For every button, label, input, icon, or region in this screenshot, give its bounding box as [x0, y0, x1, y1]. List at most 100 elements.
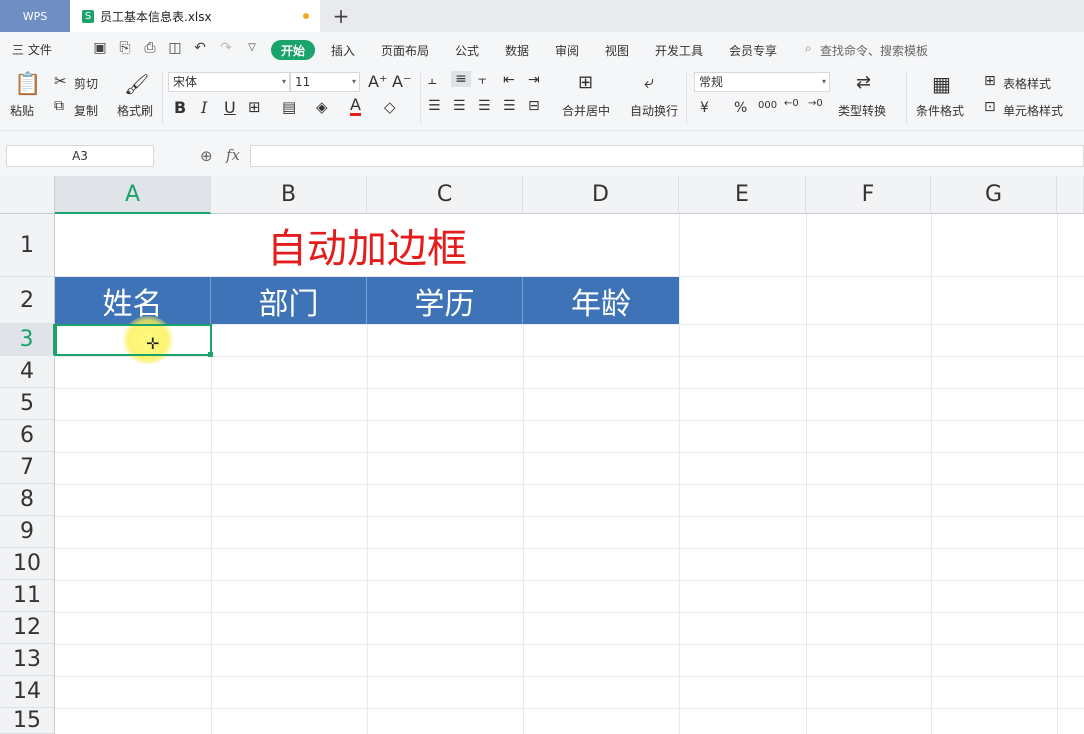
more-icon[interactable]: ▽ [244, 40, 260, 56]
distribute-icon[interactable]: ⊟ [528, 98, 540, 114]
decrease-font-icon[interactable]: A⁻ [392, 72, 411, 91]
zoom-icon[interactable]: ⊕ [200, 147, 213, 165]
copy-button[interactable]: 复制 [74, 102, 98, 119]
cut-button[interactable]: 剪切 [74, 75, 98, 92]
column-header-e[interactable]: E [679, 176, 806, 214]
align-center-icon[interactable]: ☰ [453, 98, 466, 114]
align-middle-icon[interactable]: ≡ [451, 71, 471, 87]
align-right-icon[interactable]: ☰ [478, 98, 491, 114]
currency-button[interactable]: ¥ [700, 100, 709, 116]
formula-input[interactable] [250, 145, 1084, 167]
italic-button[interactable]: I [201, 98, 207, 117]
new-tab-button[interactable]: + [330, 2, 352, 30]
column-header-d[interactable]: D [523, 176, 679, 214]
bold-button[interactable]: B [174, 98, 186, 117]
align-left-icon[interactable]: ☰ [428, 98, 441, 114]
tab-view[interactable]: 视图 [605, 42, 629, 59]
select-all-corner[interactable] [0, 176, 55, 214]
file-tab[interactable]: S 员工基本信息表.xlsx [70, 0, 320, 32]
header-cell-education[interactable]: 学历 [367, 277, 523, 324]
row-header-9[interactable]: 9 [0, 516, 55, 548]
file-menu[interactable]: 三 文件 [12, 41, 52, 58]
cursor-cross-icon: ✛ [146, 334, 160, 353]
decrease-decimal-icon[interactable]: →0 [808, 98, 823, 109]
border-icon[interactable]: ⊞ [248, 98, 261, 116]
row-header-7[interactable]: 7 [0, 452, 55, 484]
export-icon[interactable]: ⎘ [117, 40, 133, 56]
paste-icon[interactable]: 📋 [14, 72, 41, 97]
clear-format-icon[interactable]: ◇ [384, 98, 396, 116]
fill-color-icon[interactable]: ◈ [316, 98, 328, 116]
increase-decimal-icon[interactable]: ←0 [784, 98, 799, 109]
font-size-value: 11 [295, 75, 311, 89]
command-search[interactable]: 查找命令、搜索模板 [820, 42, 928, 59]
number-format-select[interactable]: 常规 ▾ [694, 72, 830, 92]
fill-pattern-icon[interactable]: ▤ [282, 98, 296, 116]
row-header-10[interactable]: 10 [0, 548, 55, 580]
wrap-text-button[interactable]: 自动换行 [630, 102, 678, 119]
row-header-6[interactable]: 6 [0, 420, 55, 452]
justify-icon[interactable]: ☰ [503, 98, 516, 114]
save-icon[interactable]: ▣ [92, 40, 108, 56]
row-header-12[interactable]: 12 [0, 612, 55, 644]
tab-data[interactable]: 数据 [505, 42, 529, 59]
thousands-icon[interactable]: 000 [758, 100, 777, 111]
font-size-select[interactable]: 11 ▾ [290, 72, 360, 92]
column-header-c[interactable]: C [367, 176, 523, 214]
row-header-4[interactable]: 4 [0, 356, 55, 388]
tab-developer[interactable]: 开发工具 [655, 42, 703, 59]
fill-handle[interactable] [208, 352, 213, 357]
title-cell[interactable]: 自动加边框 [55, 214, 679, 276]
row-header-15[interactable]: 15 [0, 708, 55, 734]
row-header-13[interactable]: 13 [0, 644, 55, 676]
row-header-8[interactable]: 8 [0, 484, 55, 516]
tab-review[interactable]: 审阅 [555, 42, 579, 59]
font-color-icon[interactable]: A [350, 97, 361, 116]
type-convert-button[interactable]: 类型转换 [838, 102, 886, 119]
align-bottom-icon[interactable]: ⫟ [478, 72, 486, 88]
wps-home-tab[interactable]: WPS [0, 0, 70, 32]
table-style-button[interactable]: 表格样式 [1003, 75, 1051, 92]
row-header-11[interactable]: 11 [0, 580, 55, 612]
row-header-2[interactable]: 2 [0, 277, 55, 324]
decrease-indent-icon[interactable]: ⇤ [503, 72, 515, 88]
print-icon[interactable]: ⎙ [142, 40, 158, 56]
redo-icon[interactable]: ↷ [218, 40, 234, 56]
percent-button[interactable]: % [734, 100, 747, 116]
grid-line [55, 580, 1084, 581]
column-header-g[interactable]: G [931, 176, 1057, 214]
tab-insert[interactable]: 插入 [331, 42, 355, 59]
row-header-5[interactable]: 5 [0, 388, 55, 420]
font-name-select[interactable]: 宋体 ▾ [168, 72, 290, 92]
align-top-icon[interactable]: ⫠ [428, 72, 436, 88]
selected-cell-a3[interactable] [55, 324, 212, 356]
tab-page-layout[interactable]: 页面布局 [381, 42, 429, 59]
merge-center-icon: ⊞ [578, 72, 594, 93]
tab-formulas[interactable]: 公式 [455, 42, 479, 59]
format-painter-button[interactable]: 格式刷 [117, 102, 153, 119]
name-box[interactable]: A3 [6, 145, 154, 167]
underline-button[interactable]: U [224, 98, 236, 117]
header-cell-age[interactable]: 年龄 [523, 277, 679, 324]
function-icon[interactable]: fx [226, 146, 240, 164]
row-header-14[interactable]: 14 [0, 676, 55, 708]
undo-icon[interactable]: ↶ [192, 40, 208, 56]
increase-indent-icon[interactable]: ⇥ [528, 72, 540, 88]
column-header-a[interactable]: A [55, 176, 211, 214]
print-preview-icon[interactable]: ◫ [167, 40, 183, 56]
tab-member[interactable]: 会员专享 [729, 42, 777, 59]
column-header-f[interactable]: F [806, 176, 931, 214]
row-header-1[interactable]: 1 [0, 214, 55, 277]
merge-center-button[interactable]: 合并居中 [562, 102, 610, 119]
cell-style-button[interactable]: 单元格样式 [1003, 102, 1063, 119]
column-header-h[interactable] [1057, 176, 1084, 214]
header-cell-department[interactable]: 部门 [211, 277, 367, 324]
column-header-b[interactable]: B [211, 176, 367, 214]
header-cell-name[interactable]: 姓名 [55, 277, 211, 324]
grid-line [806, 214, 807, 734]
tab-home[interactable]: 开始 [271, 40, 315, 60]
conditional-format-button[interactable]: 条件格式 [916, 102, 964, 119]
increase-font-icon[interactable]: A⁺ [368, 72, 387, 91]
row-header-3[interactable]: 3 [0, 324, 55, 356]
paste-button[interactable]: 粘贴 [10, 102, 34, 119]
